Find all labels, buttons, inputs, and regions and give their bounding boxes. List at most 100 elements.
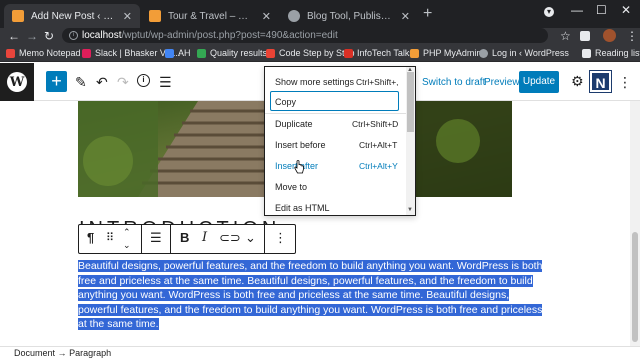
menu-shortcut: Ctrl+Shift+D [352, 119, 399, 129]
toolbar-divider [141, 225, 142, 253]
profile-avatar[interactable] [603, 29, 616, 42]
breadcrumb-paragraph[interactable]: Paragraph [69, 348, 111, 358]
bookmark-favicon-icon [266, 48, 275, 58]
menu-scrollbar-thumb[interactable] [407, 72, 414, 132]
bookmark-phpmyadmin[interactable]: PHP MyAdmin [410, 46, 481, 60]
align-left-icon[interactable]: ☰ [150, 231, 162, 245]
close-tab-icon[interactable]: ✕ [401, 10, 410, 23]
paragraph-block[interactable]: Beautiful designs, powerful features, an… [78, 259, 548, 332]
browser-tab-active[interactable]: Add New Post ‹ WPTUT — WordPress ✕ [4, 4, 140, 28]
bookmark-code-step[interactable]: Code Step by Step [266, 46, 355, 60]
bookmark-star-icon[interactable]: ☆ [560, 30, 571, 42]
bookmark-favicon-icon [82, 48, 91, 58]
close-tab-icon[interactable]: ✕ [123, 10, 132, 23]
link-icon[interactable]: ⊂⊃ [219, 231, 241, 245]
menu-shortcut: Ctrl+Shift+, [356, 77, 399, 87]
toolbar-divider [170, 225, 171, 253]
tab-title: Tour & Travel – WPTUT [168, 10, 256, 22]
url-host: localhost [82, 30, 122, 41]
menu-item-edit-as-html[interactable]: Edit as HTML [275, 203, 330, 213]
browser-menu-icon[interactable]: ⋮ [626, 30, 638, 42]
tab-title: Blog Tool, Publishing Platform, and CMS [307, 10, 395, 22]
list-view-icon[interactable]: ☰ [159, 75, 172, 89]
bookmark-label: InfoTech Talks [357, 48, 414, 58]
wordpress-org-favicon-icon [288, 10, 300, 22]
reading-list-icon [582, 48, 591, 58]
wordpress-favicon-icon [12, 10, 24, 22]
selected-paragraph-text: Beautiful designs, powerful features, an… [78, 260, 543, 331]
breadcrumb-separator: → [57, 348, 67, 358]
menu-item-copy[interactable]: Copy [275, 97, 296, 107]
bookmark-favicon-icon [344, 48, 353, 58]
switch-to-draft-button[interactable]: Switch to draft [422, 77, 485, 88]
bookmark-ah[interactable]: AH [165, 46, 191, 60]
bookmark-favicon-icon [197, 48, 206, 58]
bookmark-label: Log in ‹ WordPress [492, 48, 569, 58]
redo-icon[interactable]: ↷ [117, 75, 129, 89]
bookmark-infotech-talks[interactable]: InfoTech Talks [344, 46, 414, 60]
reading-list[interactable]: Reading list [582, 46, 640, 60]
tab-search-icon[interactable]: ▾ [544, 7, 554, 17]
browser-tab[interactable]: Tour & Travel – WPTUT ✕ [141, 4, 279, 28]
bookmark-label: Memo Notepad [19, 48, 81, 58]
hand-pointer-cursor-icon [294, 160, 304, 174]
drag-handle-icon[interactable]: ⠿ [106, 231, 114, 245]
bookmark-memo-notepad[interactable]: Memo Notepad [6, 46, 81, 60]
edit-pencil-icon[interactable]: ✎ [75, 75, 87, 89]
forward-icon[interactable]: → [26, 30, 38, 42]
undo-icon[interactable]: ↶ [96, 75, 108, 89]
close-window-icon[interactable]: ✕ [621, 3, 631, 17]
minimize-window-icon[interactable]: — [571, 3, 583, 17]
bold-icon[interactable]: B [180, 231, 189, 245]
wordpress-w-icon: W [7, 72, 27, 92]
toolbar-divider [264, 225, 265, 253]
maximize-window-icon[interactable]: ☐ [596, 3, 607, 17]
bookmark-label: Quality results [210, 48, 268, 58]
back-icon[interactable]: ← [8, 30, 20, 42]
menu-item-move-to[interactable]: Move to [275, 182, 307, 192]
bookmark-label: AH [178, 48, 191, 58]
options-menu-icon[interactable]: ⋮ [618, 75, 632, 89]
site-info-icon[interactable]: i [69, 31, 78, 40]
more-rich-text-chevron-icon[interactable]: ⌄ [245, 231, 256, 245]
bookmark-quality-results[interactable]: Quality results [197, 46, 267, 60]
move-down-icon[interactable]: ⌄ [123, 240, 131, 250]
bookmark-favicon-icon [165, 48, 174, 58]
breadcrumb-document[interactable]: Document [14, 348, 55, 358]
close-tab-icon[interactable]: ✕ [262, 10, 271, 23]
bookmark-favicon-icon [410, 48, 419, 58]
bookmark-wp-login[interactable]: Log in ‹ WordPress [479, 46, 569, 60]
bookmark-favicon-icon [479, 48, 488, 58]
site-favicon-icon [149, 10, 161, 22]
settings-gear-icon[interactable]: ⚙ [571, 74, 584, 88]
url-path: /wptut/wp-admin/post.php?post=490&action… [121, 30, 338, 41]
add-block-button[interactable]: + [46, 71, 67, 92]
menu-shortcut: Ctrl+Alt+T [359, 140, 398, 150]
editor-scrollbar-thumb[interactable] [632, 232, 638, 342]
reload-icon[interactable]: ↻ [44, 30, 54, 42]
preview-button[interactable]: Preview [484, 77, 520, 88]
address-bar[interactable]: i localhost/wptut/wp-admin/post.php?post… [62, 28, 548, 43]
new-tab-button[interactable]: + [423, 6, 432, 22]
tab-title: Add New Post ‹ WPTUT — WordPress [31, 10, 117, 22]
browser-tab[interactable]: Blog Tool, Publishing Platform, and CMS … [280, 4, 418, 28]
block-breadcrumb: Document → Paragraph [0, 346, 640, 360]
block-options-icon[interactable]: ⋮ [274, 231, 287, 245]
italic-icon[interactable]: I [202, 231, 207, 245]
details-info-icon[interactable]: i [137, 74, 150, 87]
menu-item-show-more-settings[interactable]: Show more settings [275, 77, 354, 87]
menu-scroll-up-icon[interactable]: ▲ [407, 67, 413, 73]
menu-shortcut: Ctrl+Alt+Y [359, 161, 398, 171]
bookmark-favicon-icon [6, 48, 15, 58]
bookmark-label: PHP MyAdmin [423, 48, 482, 58]
move-up-icon[interactable]: ⌃ [123, 227, 131, 237]
paragraph-block-icon[interactable]: ¶ [87, 231, 94, 245]
plugin-n-logo[interactable]: N [589, 70, 612, 93]
wordpress-logo[interactable]: W [0, 63, 34, 101]
update-button[interactable]: Update [519, 71, 559, 93]
menu-item-insert-before[interactable]: Insert before [275, 140, 326, 150]
menu-item-duplicate[interactable]: Duplicate [275, 119, 313, 129]
menu-scroll-down-icon[interactable]: ▼ [407, 207, 413, 213]
extension-icon[interactable] [580, 31, 590, 41]
menu-divider [265, 113, 406, 114]
